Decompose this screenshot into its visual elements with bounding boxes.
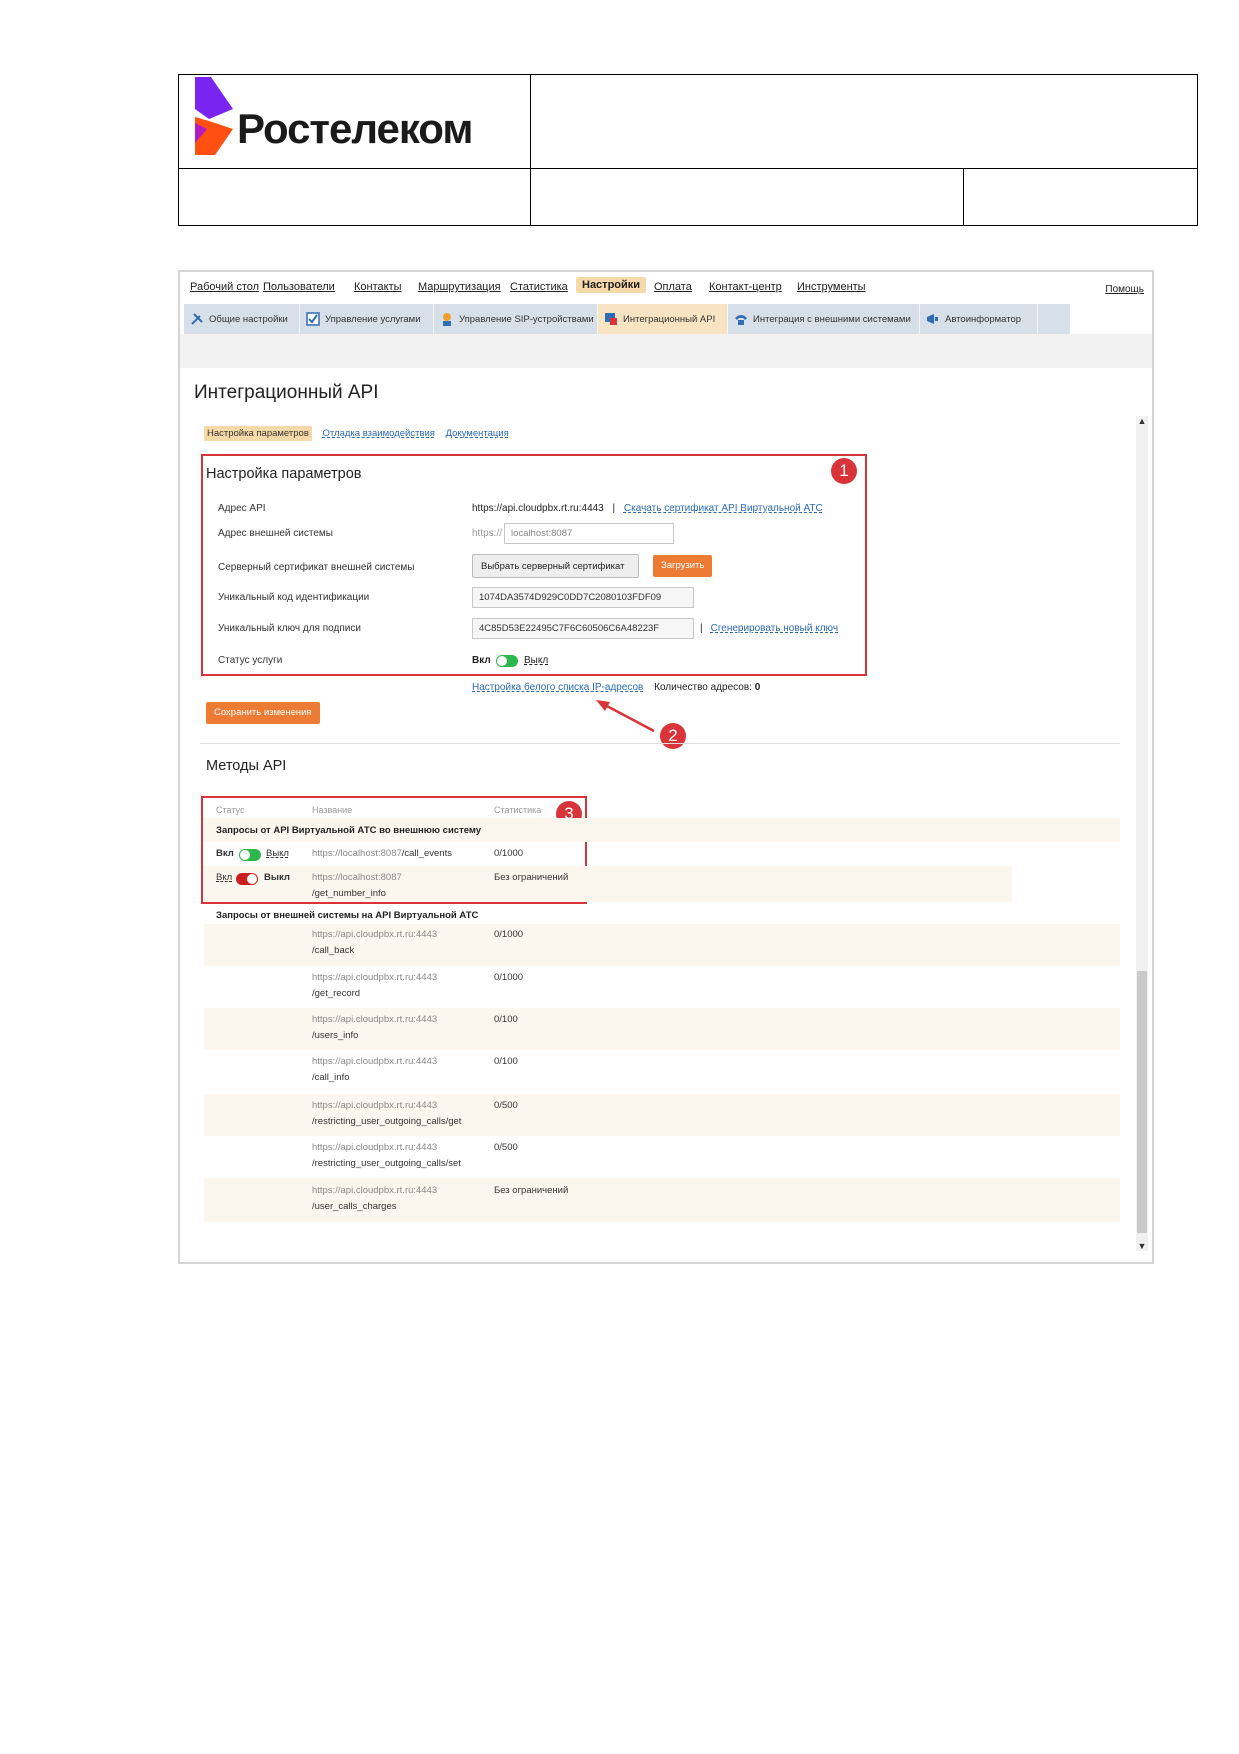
row-on-label[interactable]: Вкл	[216, 870, 232, 886]
methods-title: Методы API	[206, 758, 287, 774]
method-stat: 0/100	[494, 1014, 518, 1025]
group2-title: Запросы от внешней системы на API Виртуа…	[216, 910, 479, 921]
method-url: https://api.cloudpbx.rt.ru:4443/restrict…	[312, 1140, 461, 1172]
method-toggle[interactable]	[236, 873, 258, 885]
row-off-label: Выкл	[264, 872, 290, 883]
rostelecom-logo-icon	[195, 77, 233, 155]
method-stat: 0/1000	[494, 929, 524, 940]
section-divider	[200, 743, 1120, 744]
method-stat: 0/1000	[494, 848, 524, 859]
method-path: /user_calls_charges	[312, 1201, 397, 1212]
brand-name: Ростелеком	[237, 105, 473, 152]
col-header-name: Название	[312, 805, 353, 815]
method-url: https://api.cloudpbx.rt.ru:4443/user_cal…	[312, 1183, 437, 1215]
method-host: https://api.cloudpbx.rt.ru:4443	[312, 1185, 438, 1196]
toggle-knob	[240, 850, 250, 860]
method-url: https://api.cloudpbx.rt.ru:4443/restrict…	[312, 1098, 461, 1130]
method-path: /users_info	[312, 1030, 359, 1041]
method-stat: 0/1000	[494, 972, 524, 983]
save-changes-button[interactable]: Сохранить изменения	[206, 702, 320, 724]
annotation-badge-2: 2	[660, 723, 686, 749]
row-on-label: Вкл	[216, 848, 234, 859]
method-url: https://localhost:8087/get_number_info	[312, 870, 402, 902]
method-path: /get_number_info	[312, 888, 386, 899]
method-toggle[interactable]	[239, 849, 261, 861]
method-host: https://api.cloudpbx.rt.ru:4443	[312, 972, 438, 983]
method-host: https://api.cloudpbx.rt.ru:4443	[312, 929, 438, 940]
method-path: /restricting_user_outgoing_calls/get	[312, 1116, 462, 1127]
method-path: /restricting_user_outgoing_calls/set	[312, 1158, 461, 1169]
col-header-stats: Статистика	[494, 805, 542, 815]
toggle-knob	[247, 874, 257, 884]
header-cell-bottom-3	[964, 169, 1197, 225]
method-stat: Без ограничений	[494, 872, 569, 883]
document-header-table: Ростелеком	[178, 74, 1198, 226]
method-url: https://localhost:8087/call_events	[312, 846, 452, 862]
method-path: /call_info	[312, 1072, 350, 1083]
header-cell-bottom-2	[531, 169, 964, 225]
method-host: https://api.cloudpbx.rt.ru:4443	[312, 1014, 438, 1025]
app-window: Рабочий стол Пользователи Контакты Маршр…	[178, 270, 1154, 1264]
method-url: https://api.cloudpbx.rt.ru:4443/call_inf…	[312, 1054, 437, 1086]
method-url: https://api.cloudpbx.rt.ru:4443/call_bac…	[312, 927, 437, 959]
method-url: https://api.cloudpbx.rt.ru:4443/users_in…	[312, 1012, 437, 1044]
method-host: https://api.cloudpbx.rt.ru:4443	[312, 1100, 438, 1111]
col-header-status: Статус	[216, 805, 245, 815]
method-stat: 0/500	[494, 1142, 518, 1153]
method-stat: Без ограничений	[494, 1185, 569, 1196]
method-stat: 0/100	[494, 1056, 518, 1067]
method-host: https://localhost:8087	[312, 848, 402, 859]
logo-cell: Ростелеком	[179, 75, 531, 169]
header-cell-title	[531, 75, 1197, 169]
method-stat: 0/500	[494, 1100, 518, 1111]
method-path: /call_events	[401, 848, 452, 859]
method-host: https://api.cloudpbx.rt.ru:4443	[312, 1142, 438, 1153]
method-url: https://api.cloudpbx.rt.ru:4443/get_reco…	[312, 970, 437, 1002]
method-host: https://localhost:8087	[312, 872, 402, 883]
header-cell-bottom-1	[179, 169, 531, 225]
group1-title: Запросы от API Виртуальной АТС во внешню…	[216, 825, 482, 836]
row-off-label[interactable]: Выкл	[266, 846, 289, 862]
method-host: https://api.cloudpbx.rt.ru:4443	[312, 1056, 438, 1067]
method-path: /call_back	[312, 945, 355, 956]
method-path: /get_record	[312, 988, 361, 999]
